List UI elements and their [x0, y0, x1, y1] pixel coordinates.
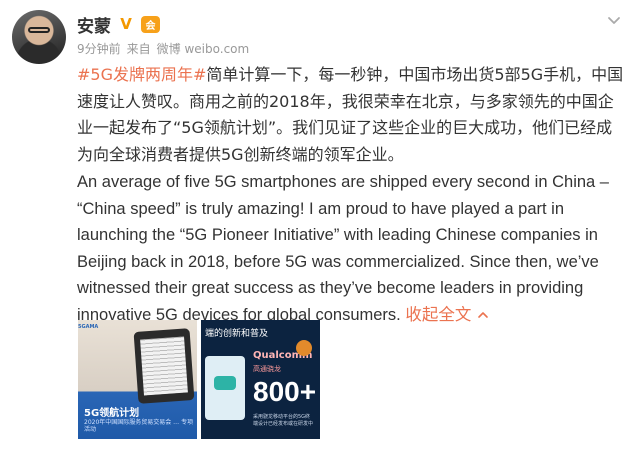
brand-text-cn: 高通骁龙 [253, 365, 281, 373]
image-gallery: 5GAMA 5G领航计划 2020年中国国际服务贸易交易会 … 专项活动 端的创… [78, 320, 320, 439]
chevron-up-icon[interactable] [477, 310, 489, 320]
avatar-glasses [28, 27, 50, 33]
source-prefix: 来自 [126, 42, 151, 56]
post-body: #5G发牌两周年#简单计算一下，每一秒钟，中国市场出货5部5G手机，中国速度让人… [77, 62, 625, 328]
big-number: 800+ [253, 376, 317, 407]
image-title: 端的创新和普及 [205, 329, 269, 339]
post-meta: 9分钟前 来自 微博 weibo.com [77, 40, 620, 57]
hashtag-link[interactable]: #5G发牌两周年# [77, 65, 206, 84]
chevron-down-icon[interactable] [606, 12, 622, 28]
collapse-text-link[interactable]: 收起全文 [405, 306, 471, 324]
avatar[interactable] [12, 10, 66, 64]
image-small-text: 采用骁龙移动平台的5G终端设计已经发布或在研发中 [253, 414, 314, 427]
post-text-en-body: An average of five 5G smartphones are sh… [77, 173, 609, 324]
image-tag: 5GAMA [78, 324, 99, 330]
image-thumbnail[interactable]: 5GAMA 5G领航计划 2020年中国国际服务贸易交易会 … 专项活动 [78, 320, 197, 439]
snapdragon-logo-icon [296, 340, 312, 356]
post-header: 安蒙 V 会 9分钟前 来自 微博 weibo.com [77, 13, 620, 57]
image-caption: 5G领航计划 [84, 408, 140, 419]
verified-icon: V [120, 15, 132, 33]
image-thumbnail[interactable]: 端的创新和普及 Qualcomm 高通骁龙 800+ 采用骁龙移动平台的5G终端… [201, 320, 320, 439]
device-illustration [205, 356, 245, 420]
post-text-zh: #5G发牌两周年#简单计算一下，每一秒钟，中国市场出货5部5G手机，中国速度让人… [77, 62, 625, 168]
member-badge-icon: 会 [141, 15, 160, 33]
post-source: 微博 weibo.com [156, 42, 250, 56]
post-time: 9分钟前 [77, 42, 121, 56]
image-subcaption: 2020年中国国际服务贸易交易会 … 专项活动 [84, 419, 194, 433]
name-row: 安蒙 V 会 [77, 12, 620, 37]
tablet-illustration [133, 328, 195, 404]
author-name[interactable]: 安蒙 [77, 12, 111, 37]
post-text-en: An average of five 5G smartphones are sh… [77, 169, 625, 328]
